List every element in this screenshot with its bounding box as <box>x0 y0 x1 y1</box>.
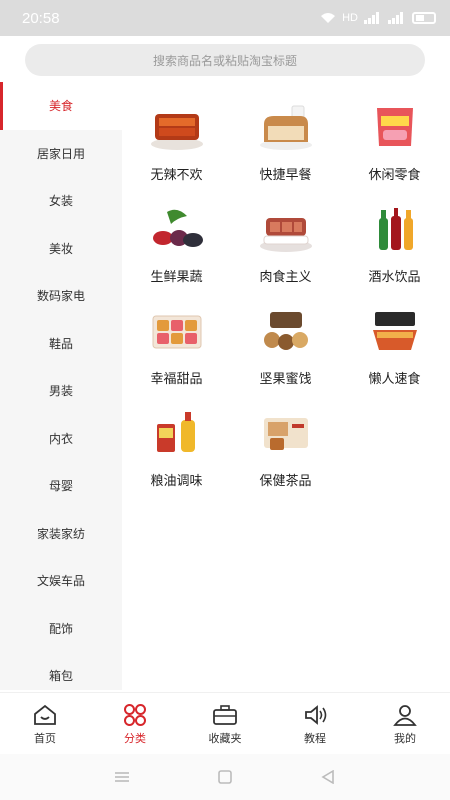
sidebar-item-label: 文娱车品 <box>36 574 85 589</box>
category-label: 幸福甜品 <box>150 372 203 387</box>
category-label: 无辣不欢 <box>150 168 203 183</box>
sidebar-item-shoes[interactable]: 鞋品 <box>0 320 122 368</box>
sidebar-item-underwear[interactable]: 内衣 <box>0 415 122 463</box>
system-nav-bar <box>0 754 450 800</box>
category-nuts[interactable]: 坚果蜜饯 <box>231 306 340 394</box>
tab-favorites[interactable]: 收藏夹 <box>185 702 265 746</box>
category-label: 休闲零食 <box>368 168 421 183</box>
fresh-produce-icon <box>147 204 207 254</box>
sidebar-item-label: 女装 <box>48 194 73 209</box>
bottom-tab-bar: 首页 分类 收藏夹 教程 我的 <box>0 692 450 754</box>
category-label: 肉食主义 <box>259 270 312 285</box>
battery-icon <box>412 12 436 24</box>
sidebar-item-accessories[interactable]: 配饰 <box>0 605 122 653</box>
sidebar-item-label: 家装家纺 <box>36 526 85 541</box>
sidebar-item-label: 数码家电 <box>36 289 85 304</box>
sidebar-item-beauty[interactable]: 美妆 <box>0 225 122 273</box>
category-snacks[interactable]: 休闲零食 <box>340 102 449 190</box>
user-icon <box>391 702 419 728</box>
sidebar-item-label: 内衣 <box>48 431 73 446</box>
search-input[interactable]: 搜索商品名或粘贴淘宝标题 <box>25 44 425 76</box>
square-icon <box>218 770 232 784</box>
oil-bottle-icon <box>147 408 207 458</box>
signal-icon <box>364 12 379 24</box>
tab-label: 教程 <box>304 731 326 745</box>
sidebar-item-food[interactable]: 美食 <box>0 82 122 130</box>
category-label: 酒水饮品 <box>368 270 421 285</box>
category-meat[interactable]: 肉食主义 <box>231 204 340 292</box>
category-label: 懒人速食 <box>368 372 421 387</box>
sidebar-item-label: 居家日用 <box>36 146 85 161</box>
category-label: 粮油调味 <box>150 474 203 489</box>
wifi-icon <box>321 13 336 23</box>
tea-box-icon <box>256 408 316 458</box>
instant-food-icon <box>365 306 425 356</box>
sidebar-item-label: 箱包 <box>48 669 73 684</box>
bottles-icon <box>365 204 425 254</box>
hd-badge: HD <box>342 12 358 24</box>
sidebar-item-women[interactable]: 女装 <box>0 177 122 225</box>
speaker-icon <box>301 702 329 728</box>
back-nav-button[interactable] <box>308 762 348 792</box>
sidebar-item-label: 男装 <box>48 384 73 399</box>
search-placeholder: 搜索商品名或粘贴淘宝标题 <box>152 53 297 68</box>
sidebar-item-home-textile[interactable]: 家装家纺 <box>0 510 122 558</box>
tab-label: 收藏夹 <box>208 731 242 745</box>
category-label: 生鲜果蔬 <box>150 270 203 285</box>
tab-label: 我的 <box>394 731 416 745</box>
category-drinks[interactable]: 酒水饮品 <box>340 204 449 292</box>
status-time: 20:58 <box>22 9 60 27</box>
tab-tutorial[interactable]: 教程 <box>275 702 355 746</box>
sidebar-item-label: 美食 <box>48 99 73 114</box>
nuts-icon <box>256 306 316 356</box>
dessert-box-icon <box>147 306 207 356</box>
briefcase-icon <box>211 702 239 728</box>
sidebar-item-label: 母婴 <box>48 479 73 494</box>
tab-label: 首页 <box>34 731 56 745</box>
sidebar-item-digital[interactable]: 数码家电 <box>0 272 122 320</box>
tab-home[interactable]: 首页 <box>5 702 85 746</box>
category-health-tea[interactable]: 保健茶品 <box>231 408 340 496</box>
category-instant[interactable]: 懒人速食 <box>340 306 449 394</box>
tab-mine[interactable]: 我的 <box>365 702 445 746</box>
sidebar-item-label: 鞋品 <box>48 336 73 351</box>
tab-label: 分类 <box>124 731 146 745</box>
category-label: 快捷早餐 <box>259 168 312 183</box>
sidebar-item-baby[interactable]: 母婴 <box>0 462 122 510</box>
back-triangle-icon <box>321 770 335 784</box>
status-icons: HD <box>320 12 436 24</box>
subcategory-grid: 无辣不欢 快捷早餐 休闲零食 生鲜果蔬 肉食主义 酒水饮品 幸福甜品 坚果蜜饯 … <box>122 82 450 496</box>
meat-icon <box>256 204 316 254</box>
category-dessert[interactable]: 幸福甜品 <box>122 306 231 394</box>
category-grain-oil[interactable]: 粮油调味 <box>122 408 231 496</box>
menu-icon <box>114 772 129 782</box>
sidebar-item-men[interactable]: 男装 <box>0 367 122 415</box>
category-sidebar: 美食 居家日用 女装 美妆 数码家电 鞋品 男装 内衣 母婴 家装家纺 文娱车品… <box>0 82 122 690</box>
category-label: 保健茶品 <box>259 474 312 489</box>
category-icon <box>121 702 149 728</box>
sidebar-item-entertainment[interactable]: 文娱车品 <box>0 557 122 605</box>
sidebar-item-label: 美妆 <box>48 241 73 256</box>
home-nav-button[interactable] <box>205 762 245 792</box>
category-label: 坚果蜜饯 <box>259 372 312 387</box>
snack-bag-icon <box>365 102 425 152</box>
category-spicy[interactable]: 无辣不欢 <box>122 102 231 190</box>
category-breakfast[interactable]: 快捷早餐 <box>231 102 340 190</box>
bread-icon <box>256 102 316 152</box>
tab-category[interactable]: 分类 <box>95 702 175 746</box>
signal-icon-2 <box>388 12 403 24</box>
sidebar-item-household[interactable]: 居家日用 <box>0 130 122 178</box>
spicy-food-icon <box>147 102 207 152</box>
status-bar: 20:58 HD <box>0 0 450 36</box>
category-fresh[interactable]: 生鲜果蔬 <box>122 204 231 292</box>
home-icon <box>31 702 59 728</box>
sidebar-item-label: 配饰 <box>48 621 73 636</box>
menu-nav-button[interactable] <box>102 762 142 792</box>
